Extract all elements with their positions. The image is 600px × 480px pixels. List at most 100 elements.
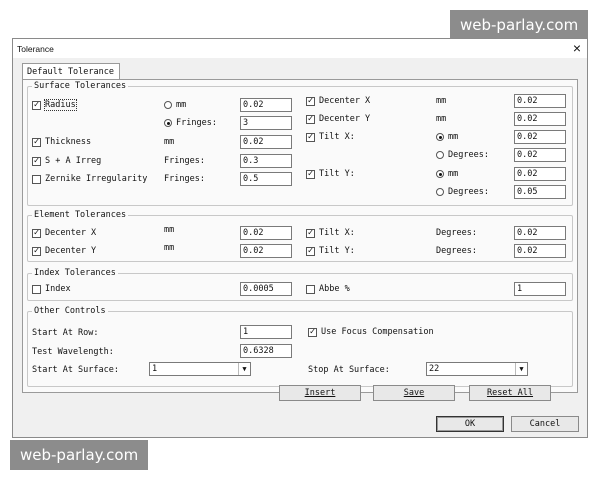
tilt-x-degrees-input[interactable]: 0.02	[514, 148, 566, 162]
save-button-label: Save	[403, 388, 425, 398]
index-label: Index	[45, 284, 71, 294]
radius-mm-input[interactable]: 0.02	[240, 98, 292, 112]
tilt-x-degrees-label: Degrees:	[448, 150, 489, 160]
surface-tilt-x-label: Tilt X:	[319, 132, 355, 142]
zernike-label: Zernike Irregularity	[45, 174, 148, 184]
element-tilt-y-unit: Degrees:	[436, 246, 477, 256]
surface-decenter-x-unit: mm	[436, 96, 447, 106]
element-decenter-y-unit: mm	[164, 243, 175, 253]
group-label: Index Tolerances	[32, 268, 118, 278]
chevron-down-icon[interactable]: ▼	[238, 363, 250, 375]
tilt-y-degrees-label: Degrees:	[448, 187, 489, 197]
tilt-y-mm-label: mm	[448, 169, 459, 179]
element-decenter-y-input[interactable]: 0.02	[240, 244, 292, 258]
surface-tilt-y-label: Tilt Y:	[319, 169, 355, 179]
abbe-input[interactable]: 1	[514, 282, 566, 296]
sa-irreg-checkbox[interactable]: ✓	[32, 157, 41, 166]
element-tilt-x-input[interactable]: 0.02	[514, 226, 566, 240]
start-surface-value: 1	[152, 364, 158, 374]
element-tilt-y-label: Tilt Y:	[319, 246, 355, 256]
index-checkbox[interactable]	[32, 285, 41, 294]
element-decenter-y-checkbox[interactable]: ✓	[32, 247, 41, 256]
index-input[interactable]: 0.0005	[240, 282, 292, 296]
surface-decenter-y-unit: mm	[436, 114, 447, 124]
surface-decenter-y-checkbox[interactable]: ✓	[306, 115, 315, 124]
test-wavelength-label: Test Wavelength:	[32, 347, 114, 357]
zernike-checkbox[interactable]	[32, 175, 41, 184]
index-tolerances-group: Index Tolerances Index 0.0005 Abbe % 1	[27, 268, 573, 301]
thickness-checkbox[interactable]: ✓	[32, 138, 41, 147]
watermark-bottom: web-parlay.com	[10, 440, 149, 470]
window-title: Tolerance	[17, 44, 54, 54]
title-bar: Tolerance ×	[13, 39, 587, 58]
focus-compensation-label: Use Focus Compensation	[321, 327, 434, 337]
start-surface-label: Start At Surface:	[32, 365, 119, 375]
element-tilt-x-unit: Degrees:	[436, 228, 477, 238]
zernike-input[interactable]: 0.5	[240, 172, 292, 186]
group-label: Element Tolerances	[32, 210, 129, 220]
surface-decenter-y-input[interactable]: 0.02	[514, 112, 566, 126]
start-surface-select[interactable]: 1 ▼	[149, 362, 251, 376]
element-tilt-y-checkbox[interactable]: ✓	[306, 247, 315, 256]
thickness-input[interactable]: 0.02	[240, 135, 292, 149]
element-tilt-y-input[interactable]: 0.02	[514, 244, 566, 258]
radius-fringes-label: Fringes:	[176, 118, 217, 128]
element-decenter-x-input[interactable]: 0.02	[240, 226, 292, 240]
cancel-button[interactable]: Cancel	[511, 416, 579, 432]
tilt-x-degrees-radio[interactable]	[436, 151, 444, 159]
surface-tilt-x-checkbox[interactable]: ✓	[306, 133, 315, 142]
surface-tolerances-group: Surface Tolerances ✓ Radius mm 0.02 Frin…	[27, 81, 573, 206]
radius-label: Radius	[44, 99, 77, 111]
test-wavelength-input[interactable]: 0.6328	[240, 344, 292, 358]
radius-fringes-input[interactable]: 3	[240, 116, 292, 130]
start-row-input[interactable]: 1	[240, 325, 292, 339]
surface-decenter-x-input[interactable]: 0.02	[514, 94, 566, 108]
sa-irreg-input[interactable]: 0.3	[240, 154, 292, 168]
element-decenter-x-unit: mm	[164, 225, 175, 235]
reset-all-button[interactable]: Reset All	[469, 385, 551, 401]
tilt-y-mm-input[interactable]: 0.02	[514, 167, 566, 181]
tilt-y-degrees-input[interactable]: 0.05	[514, 185, 566, 199]
abbe-checkbox[interactable]	[306, 285, 315, 294]
element-decenter-x-label: Decenter X	[45, 228, 97, 238]
sa-irreg-label: S + A Irreg	[45, 156, 102, 166]
surface-tilt-y-checkbox[interactable]: ✓	[306, 170, 315, 179]
element-tolerances-group: Element Tolerances ✓ Decenter X mm 0.02 …	[27, 210, 573, 262]
tilt-y-mm-radio[interactable]	[436, 170, 444, 178]
abbe-label: Abbe %	[319, 284, 350, 294]
radius-mm-label: mm	[176, 100, 187, 110]
group-label: Other Controls	[32, 306, 108, 316]
surface-decenter-y-label: Decenter Y	[319, 114, 371, 124]
tilt-x-mm-label: mm	[448, 132, 459, 142]
group-label: Surface Tolerances	[32, 81, 129, 91]
thickness-label: Thickness	[45, 137, 92, 147]
tilt-y-degrees-radio[interactable]	[436, 188, 444, 196]
stop-surface-label: Stop At Surface:	[308, 365, 390, 375]
element-decenter-x-checkbox[interactable]: ✓	[32, 229, 41, 238]
ok-button[interactable]: OK	[436, 416, 504, 432]
stop-surface-value: 22	[429, 364, 440, 374]
surface-decenter-x-checkbox[interactable]: ✓	[306, 97, 315, 106]
save-button[interactable]: Save	[373, 385, 455, 401]
insert-button[interactable]: Insert	[279, 385, 361, 401]
thickness-unit: mm	[164, 137, 175, 147]
zernike-unit: Fringes:	[164, 174, 205, 184]
sa-irreg-unit: Fringes:	[164, 156, 205, 166]
focus-compensation-checkbox[interactable]: ✓	[308, 328, 317, 337]
chevron-down-icon[interactable]: ▼	[515, 363, 527, 375]
radius-fringes-radio[interactable]	[164, 119, 172, 127]
element-tilt-x-checkbox[interactable]: ✓	[306, 229, 315, 238]
tilt-x-mm-radio[interactable]	[436, 133, 444, 141]
radius-checkbox[interactable]: ✓	[32, 101, 41, 110]
element-decenter-y-label: Decenter Y	[45, 246, 97, 256]
tilt-x-mm-input[interactable]: 0.02	[514, 130, 566, 144]
tab-default-tolerance[interactable]: Default Tolerance	[22, 63, 120, 80]
reset-all-button-label: Reset All	[486, 388, 534, 398]
surface-decenter-x-label: Decenter X	[319, 96, 371, 106]
radius-mm-radio[interactable]	[164, 101, 172, 109]
stop-surface-select[interactable]: 22 ▼	[426, 362, 528, 376]
start-row-label: Start At Row:	[32, 328, 99, 338]
element-tilt-x-label: Tilt X:	[319, 228, 355, 238]
tab-panel: Surface Tolerances ✓ Radius mm 0.02 Frin…	[22, 79, 578, 401]
close-icon[interactable]: ×	[573, 40, 581, 56]
